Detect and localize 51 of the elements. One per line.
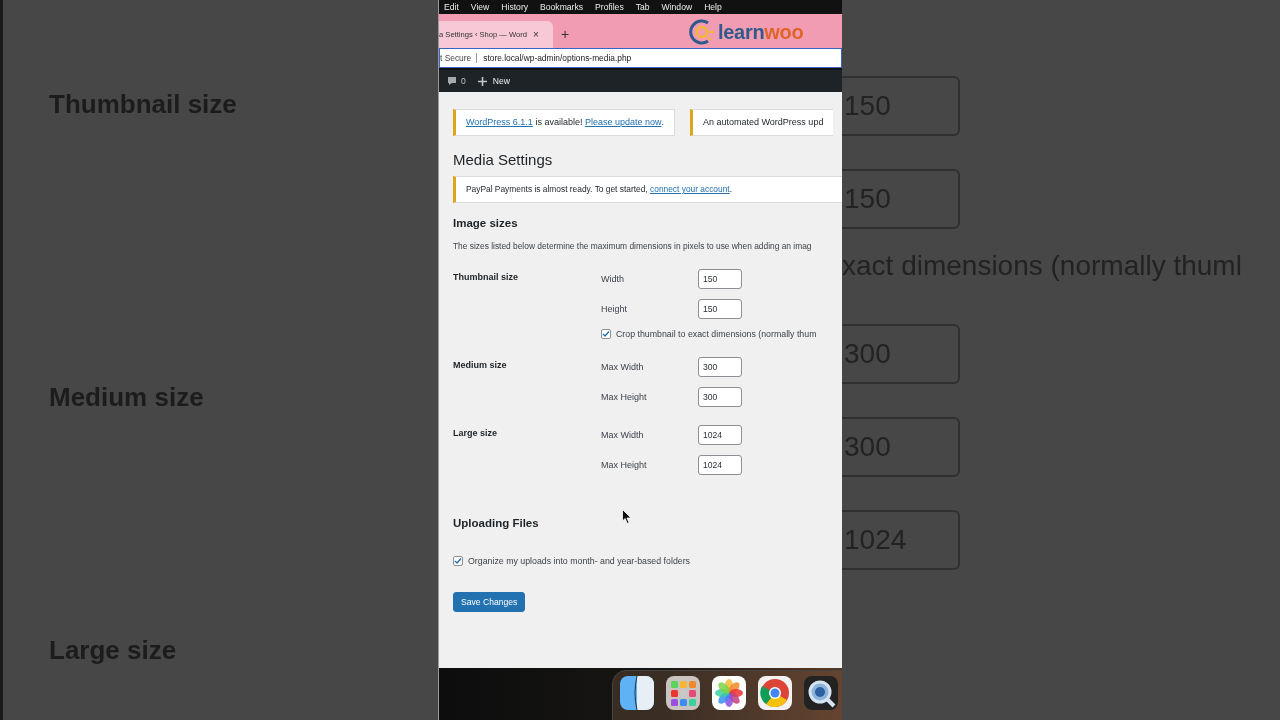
number-input[interactable]: 1024 <box>698 455 742 475</box>
plus-icon[interactable] <box>477 76 487 86</box>
update-notice: An automated WordPress upd <box>690 109 834 136</box>
save-button[interactable]: Save Changes <box>453 592 526 612</box>
number-input[interactable]: 300 <box>698 387 742 407</box>
new-link[interactable]: New <box>492 76 510 86</box>
logo-icon <box>689 19 715 45</box>
number-input[interactable]: 150 <box>698 269 742 289</box>
notice-link[interactable]: WordPress 6.1.1 <box>466 117 533 128</box>
mouse-pointer-icon <box>622 509 632 525</box>
menu-item[interactable]: Help <box>704 2 722 12</box>
field-label: Max Height <box>601 460 647 470</box>
menu-item[interactable]: Profiles <box>595 2 624 12</box>
number-input[interactable]: 1024 <box>698 425 742 445</box>
section-heading: Uploading Files <box>453 517 540 529</box>
address-bar[interactable]: t Secure store.local/wp-admin/options-media.php <box>439 48 842 68</box>
menu-item[interactable]: Tab <box>635 2 650 12</box>
new-tab-button[interactable]: + <box>561 26 570 42</box>
paypal-notice: PayPal Payments is almost ready. To get started, connect your account. <box>453 176 842 203</box>
page-title: Media Settings <box>453 151 554 168</box>
field-label: Max Height <box>601 392 647 402</box>
update-notice: WordPress 6.1.1 is available! Please update now. <box>453 109 675 136</box>
window-icon[interactable] <box>619 675 655 711</box>
logo-text: learnwoo <box>718 20 804 44</box>
comment-icon[interactable] <box>447 76 457 86</box>
comment-count: 0 <box>461 76 466 86</box>
checkbox-label: Organize my uploads into month- and year-based folders <box>468 556 690 566</box>
menu-item[interactable]: History <box>501 2 529 12</box>
menu-item[interactable]: View <box>470 2 490 12</box>
menu-item[interactable]: Edit <box>444 2 459 12</box>
number-input[interactable]: 150 <box>698 299 742 319</box>
section-description: The sizes listed below determine the maximum dimensions in pixels to use when adding an imag <box>453 241 813 251</box>
checkbox[interactable] <box>601 329 611 339</box>
checkbox[interactable] <box>453 556 463 566</box>
field-label: Max Width <box>601 430 644 440</box>
size-label: Thumbnail size <box>453 272 518 282</box>
flower-icon[interactable] <box>711 675 747 711</box>
number-input[interactable]: 300 <box>698 357 742 377</box>
menu-item[interactable]: Bookmarks <box>540 2 584 12</box>
menu-item[interactable]: Window <box>661 2 693 12</box>
section-heading: Image sizes <box>453 217 519 229</box>
field-label: Width <box>601 274 624 284</box>
size-label: Large size <box>453 428 498 438</box>
field-label: Max Width <box>601 362 644 372</box>
magnifier-icon[interactable] <box>803 675 839 711</box>
checkbox-label: Crop thumbnail to exact dimensions (normally thum <box>616 329 817 339</box>
browser-icon[interactable] <box>757 675 793 711</box>
field-label: Height <box>601 304 627 314</box>
app-grid-icon[interactable] <box>665 675 701 711</box>
size-label: Medium size <box>453 360 507 370</box>
notice-link[interactable]: connect your account <box>650 184 730 195</box>
